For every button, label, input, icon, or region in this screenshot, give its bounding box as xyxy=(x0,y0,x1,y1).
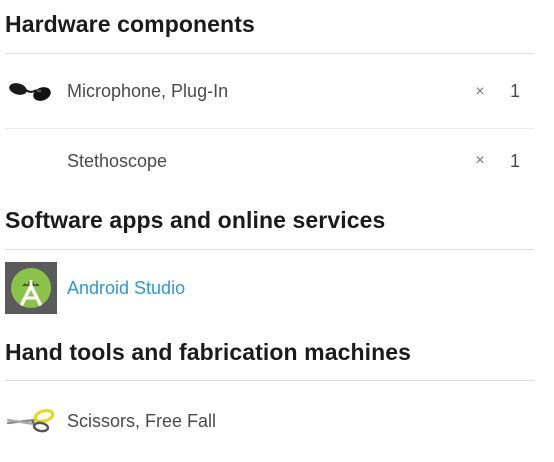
components-list: Hardware components Microphone, Plug-In … xyxy=(0,0,554,462)
item-name[interactable]: Microphone, Plug-In xyxy=(67,81,470,102)
item-quantity: 1 xyxy=(509,150,520,171)
item-name[interactable]: Scissors, Free Fall xyxy=(67,411,534,432)
multiply-sign: × xyxy=(475,152,485,169)
section-heading-tools: Hand tools and fabrication machines xyxy=(5,339,412,365)
item-quantity: 1 xyxy=(509,81,520,101)
list-item-stethoscope: Stethoscope × 1 xyxy=(5,129,534,193)
list-item-microphone: Microphone, Plug-In × 1 xyxy=(5,55,534,129)
section-heading-software: Software apps and online services xyxy=(5,207,386,233)
list-item-android-studio: Android Studio xyxy=(5,258,534,318)
android-studio-link[interactable]: Android Studio xyxy=(67,278,534,299)
android-studio-icon xyxy=(5,262,57,314)
item-thumbnail-empty xyxy=(5,135,57,187)
item-name[interactable]: Stethoscope xyxy=(67,151,470,172)
list-item-scissors: Scissors, Free Fall xyxy=(5,390,534,452)
scissors-icon xyxy=(5,395,57,447)
section-divider xyxy=(5,53,534,54)
multiply-sign: × xyxy=(475,82,485,100)
section-heading-hardware: Hardware components xyxy=(5,11,255,37)
section-divider xyxy=(5,380,534,381)
section-divider xyxy=(5,249,534,250)
microphone-icon xyxy=(5,66,57,118)
